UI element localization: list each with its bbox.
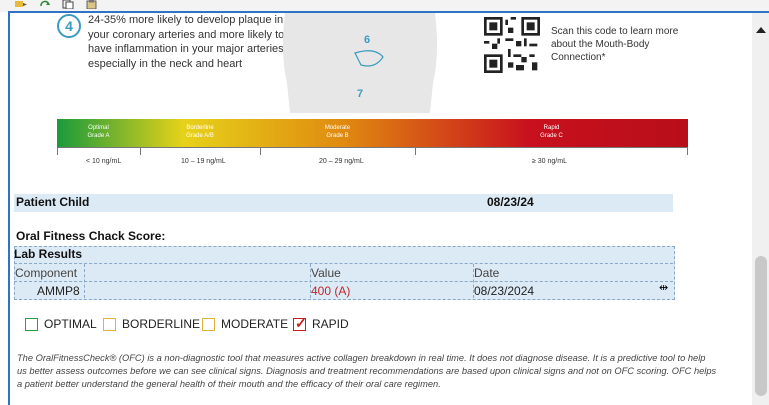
optimal-checkbox[interactable] bbox=[25, 318, 38, 331]
scale-segment-moderate: Moderate Grade B bbox=[260, 119, 415, 147]
segment-grade: Grade A/B bbox=[186, 133, 214, 139]
paste-icon[interactable] bbox=[86, 0, 98, 9]
component-cell[interactable]: AMMP8 bbox=[37, 284, 80, 298]
checkmark-icon: ✓ bbox=[295, 315, 307, 331]
column-header-component: Component bbox=[15, 266, 78, 280]
scroll-up-arrow-icon[interactable] bbox=[756, 27, 766, 33]
scrollbar-thumb[interactable] bbox=[755, 256, 767, 396]
refresh-icon[interactable] bbox=[38, 0, 52, 9]
column-header-value: Value bbox=[311, 266, 341, 280]
scale-ticks bbox=[57, 147, 688, 156]
tick-label: ≥ 30 ng/mL bbox=[532, 158, 567, 165]
borderline-label: BORDERLINE bbox=[122, 317, 201, 331]
value-cell[interactable]: 400 (A) bbox=[311, 284, 350, 298]
tick-label: 10 – 19 ng/mL bbox=[181, 158, 226, 165]
figure-number: 6 bbox=[364, 34, 371, 46]
step-number-badge: 4 bbox=[57, 14, 81, 38]
rapid-label: RAPID bbox=[312, 317, 349, 331]
vertical-scrollbar[interactable] bbox=[752, 13, 769, 405]
highlight-icon[interactable] bbox=[14, 0, 28, 9]
rapid-checkbox[interactable]: ✓ bbox=[293, 315, 307, 331]
document-viewer: 4 24-35% more likely to develop plaque i… bbox=[8, 11, 769, 405]
borderline-checkbox[interactable] bbox=[103, 318, 116, 331]
moderate-checkbox[interactable] bbox=[202, 318, 215, 331]
lab-results-title: Lab Results bbox=[14, 247, 83, 261]
qr-caption: Scan this code to learn more about the M… bbox=[551, 26, 679, 63]
segment-label: Optimal bbox=[88, 125, 109, 131]
figure-number: 7 bbox=[357, 88, 364, 100]
step-description: 24-35% more likely to develop plaque in … bbox=[88, 14, 287, 70]
segment-grade: Grade B bbox=[326, 133, 349, 139]
copy-icon[interactable] bbox=[62, 0, 74, 9]
disclaimer-footnote: The OralFitnessCheck® (OFC) is a non-dia… bbox=[17, 353, 717, 389]
segment-grade: Grade A bbox=[87, 133, 110, 139]
scale-segment-borderline: Borderline Grade A/B bbox=[140, 119, 260, 147]
patient-name[interactable]: Patient Child bbox=[16, 195, 89, 209]
table-divider bbox=[84, 264, 86, 298]
score-title: Oral Fitness Chack Score: bbox=[16, 229, 166, 243]
table-divider bbox=[14, 281, 673, 283]
tick-label: < 10 ng/mL bbox=[86, 158, 122, 165]
table-divider bbox=[14, 263, 673, 265]
scale-segment-rapid: Rapid Grade C bbox=[415, 119, 688, 147]
segment-label: Rapid bbox=[543, 125, 560, 131]
segment-grade: Grade C bbox=[540, 133, 563, 139]
scale-segment-optimal: Optimal Grade A bbox=[57, 119, 140, 147]
document-page: 4 24-35% more likely to develop plaque i… bbox=[10, 13, 752, 405]
tick-label: 20 – 29 ng/mL bbox=[319, 158, 364, 165]
optimal-label: OPTIMAL bbox=[44, 317, 97, 331]
segment-label: Moderate bbox=[324, 125, 351, 131]
moderate-label: MODERATE bbox=[221, 317, 289, 331]
patient-field-row bbox=[14, 194, 673, 212]
resize-cursor-icon: ⇹ bbox=[659, 282, 669, 294]
date-cell[interactable]: 08/23/2024 bbox=[474, 284, 534, 298]
column-header-date: Date bbox=[474, 266, 500, 280]
segment-label: Borderline bbox=[186, 125, 214, 131]
qr-code-image bbox=[484, 17, 540, 73]
report-date[interactable]: 08/23/24 bbox=[487, 195, 534, 209]
